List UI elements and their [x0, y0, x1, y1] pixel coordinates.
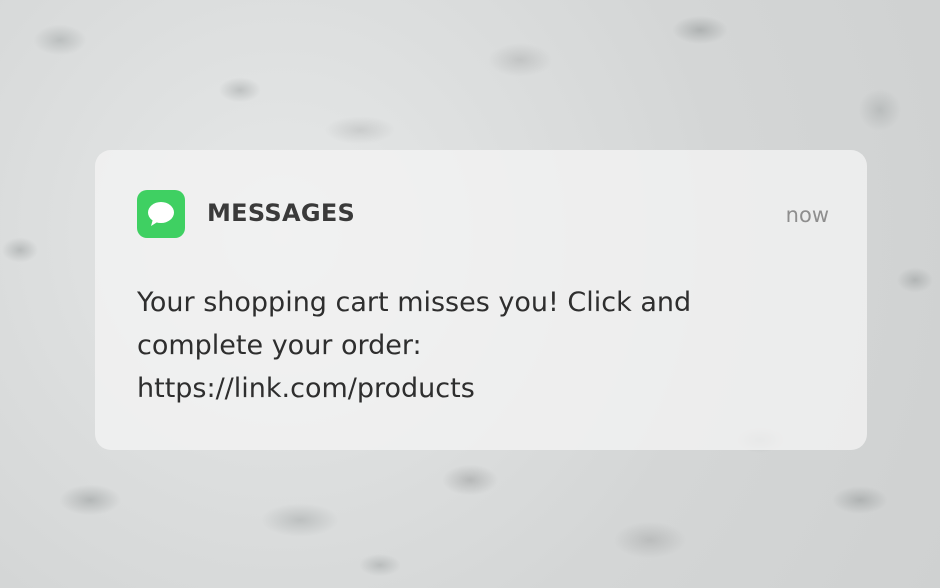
message-line: Your shopping cart misses you! Click and: [137, 287, 692, 318]
messages-app-icon: [137, 190, 185, 238]
timestamp: now: [785, 203, 829, 227]
app-name-label: MESSAGES: [207, 199, 356, 227]
speech-bubble-icon: [148, 202, 174, 226]
message-body: Your shopping cart misses you! Click and…: [137, 281, 827, 410]
message-line: complete your order:: [137, 330, 422, 361]
message-link[interactable]: https://link.com/products: [137, 367, 827, 410]
notification-banner[interactable]: MESSAGES now Your shopping cart misses y…: [95, 150, 867, 450]
